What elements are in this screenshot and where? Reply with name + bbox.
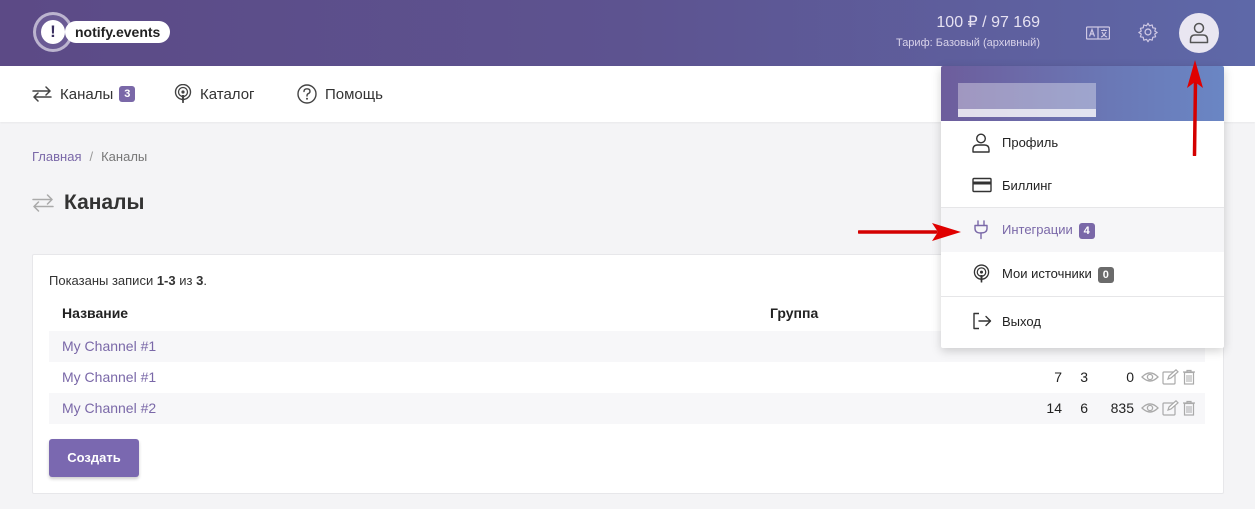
page-title-block: Каналы — [32, 191, 144, 215]
balance-amount: 100 ₽ / 97 169 — [936, 14, 1040, 31]
row-actions — [1141, 400, 1196, 416]
channel-name-link[interactable]: My Channel #2 — [62, 400, 156, 416]
menu-item-integrations[interactable]: Интеграции 4 — [941, 208, 1224, 252]
user-icon — [972, 133, 990, 153]
user-dropdown-menu: Профиль Биллинг Интеграции 4 Мои источник… — [941, 66, 1224, 348]
column-header-name[interactable]: Название — [62, 305, 128, 321]
user-info-header — [941, 66, 1224, 121]
breadcrumb: Главная / Каналы — [32, 149, 147, 164]
annotation-arrow-right — [858, 223, 961, 241]
nav-catalog[interactable]: Каталог — [174, 84, 255, 104]
logout-icon — [973, 312, 992, 330]
channel-name-link[interactable]: My Channel #1 — [62, 369, 156, 385]
menu-item-logout[interactable]: Выход — [941, 300, 1224, 344]
edit-icon[interactable] — [1162, 400, 1179, 416]
records-summary: Показаны записи 1-3 из 3. — [49, 273, 207, 288]
integrations-count-badge: 4 — [1078, 223, 1095, 239]
annotation-arrow-up — [1187, 60, 1203, 156]
credit-card-icon — [972, 177, 992, 193]
menu-item-billing[interactable]: Биллинг — [941, 164, 1224, 208]
table-row: My Channel #1 7 3 0 — [49, 362, 1205, 393]
user-icon — [1189, 22, 1209, 44]
user-avatar-button[interactable] — [1179, 13, 1219, 53]
row-actions — [1141, 369, 1196, 385]
trash-icon[interactable] — [1182, 400, 1196, 416]
eye-icon[interactable] — [1141, 400, 1159, 416]
breadcrumb-separator: / — [89, 149, 94, 164]
menu-item-integrations-label: Интеграции — [1002, 222, 1073, 237]
balance-block[interactable]: 100 ₽ / 97 169 Тариф: Базовый (архивный) — [896, 14, 1040, 50]
nav-channels-label: Каналы — [60, 85, 114, 103]
menu-item-my-sources[interactable]: Мои источники 0 — [941, 252, 1224, 296]
nav-channels[interactable]: Каналы 3 — [32, 84, 136, 104]
top-header: ! notify.events 100 ₽ / 97 169 Тариф: Ба… — [0, 0, 1255, 66]
edit-icon[interactable] — [1162, 369, 1179, 385]
menu-divider — [941, 296, 1224, 297]
swap-arrows-icon — [32, 86, 52, 102]
language-icon[interactable] — [1085, 22, 1111, 44]
question-circle-icon — [297, 84, 317, 104]
plug-icon — [974, 220, 988, 240]
nav-help-label: Помощь — [325, 85, 383, 103]
nav-help[interactable]: Помощь — [297, 84, 383, 104]
nav-catalog-label: Каталог — [200, 85, 255, 103]
page-title: Каналы — [64, 191, 145, 214]
cell-count: 0 — [1126, 369, 1134, 385]
menu-item-my-sources-label: Мои источники — [1002, 266, 1092, 281]
channels-count-badge: 3 — [119, 86, 136, 102]
blurred-email — [958, 109, 1096, 117]
cell-count: 6 — [1080, 400, 1088, 416]
menu-item-profile[interactable]: Профиль — [941, 121, 1224, 165]
podcast-icon — [973, 264, 990, 283]
eye-icon[interactable] — [1141, 369, 1159, 385]
gear-icon[interactable] — [1137, 21, 1161, 43]
swap-arrows-icon — [32, 194, 54, 212]
breadcrumb-home[interactable]: Главная — [32, 149, 81, 164]
breadcrumb-current: Каналы — [101, 149, 148, 164]
blurred-username — [958, 83, 1096, 109]
cell-count: 7 — [1054, 369, 1062, 385]
tariff-label: Тариф: Базовый (архивный) — [895, 37, 1040, 49]
create-button[interactable]: Создать — [49, 439, 139, 477]
channel-name-link[interactable]: My Channel #1 — [62, 338, 156, 354]
podcast-icon — [174, 84, 192, 103]
trash-icon[interactable] — [1182, 369, 1196, 385]
cell-count: 3 — [1080, 369, 1088, 385]
column-header-group[interactable]: Группа — [770, 305, 818, 321]
cell-count: 14 — [1046, 400, 1062, 416]
cell-count: 835 — [1110, 400, 1134, 416]
table-row: My Channel #2 14 6 835 — [49, 393, 1205, 424]
logo-text: notify.events — [65, 21, 171, 43]
sources-count-badge: 0 — [1097, 267, 1114, 283]
